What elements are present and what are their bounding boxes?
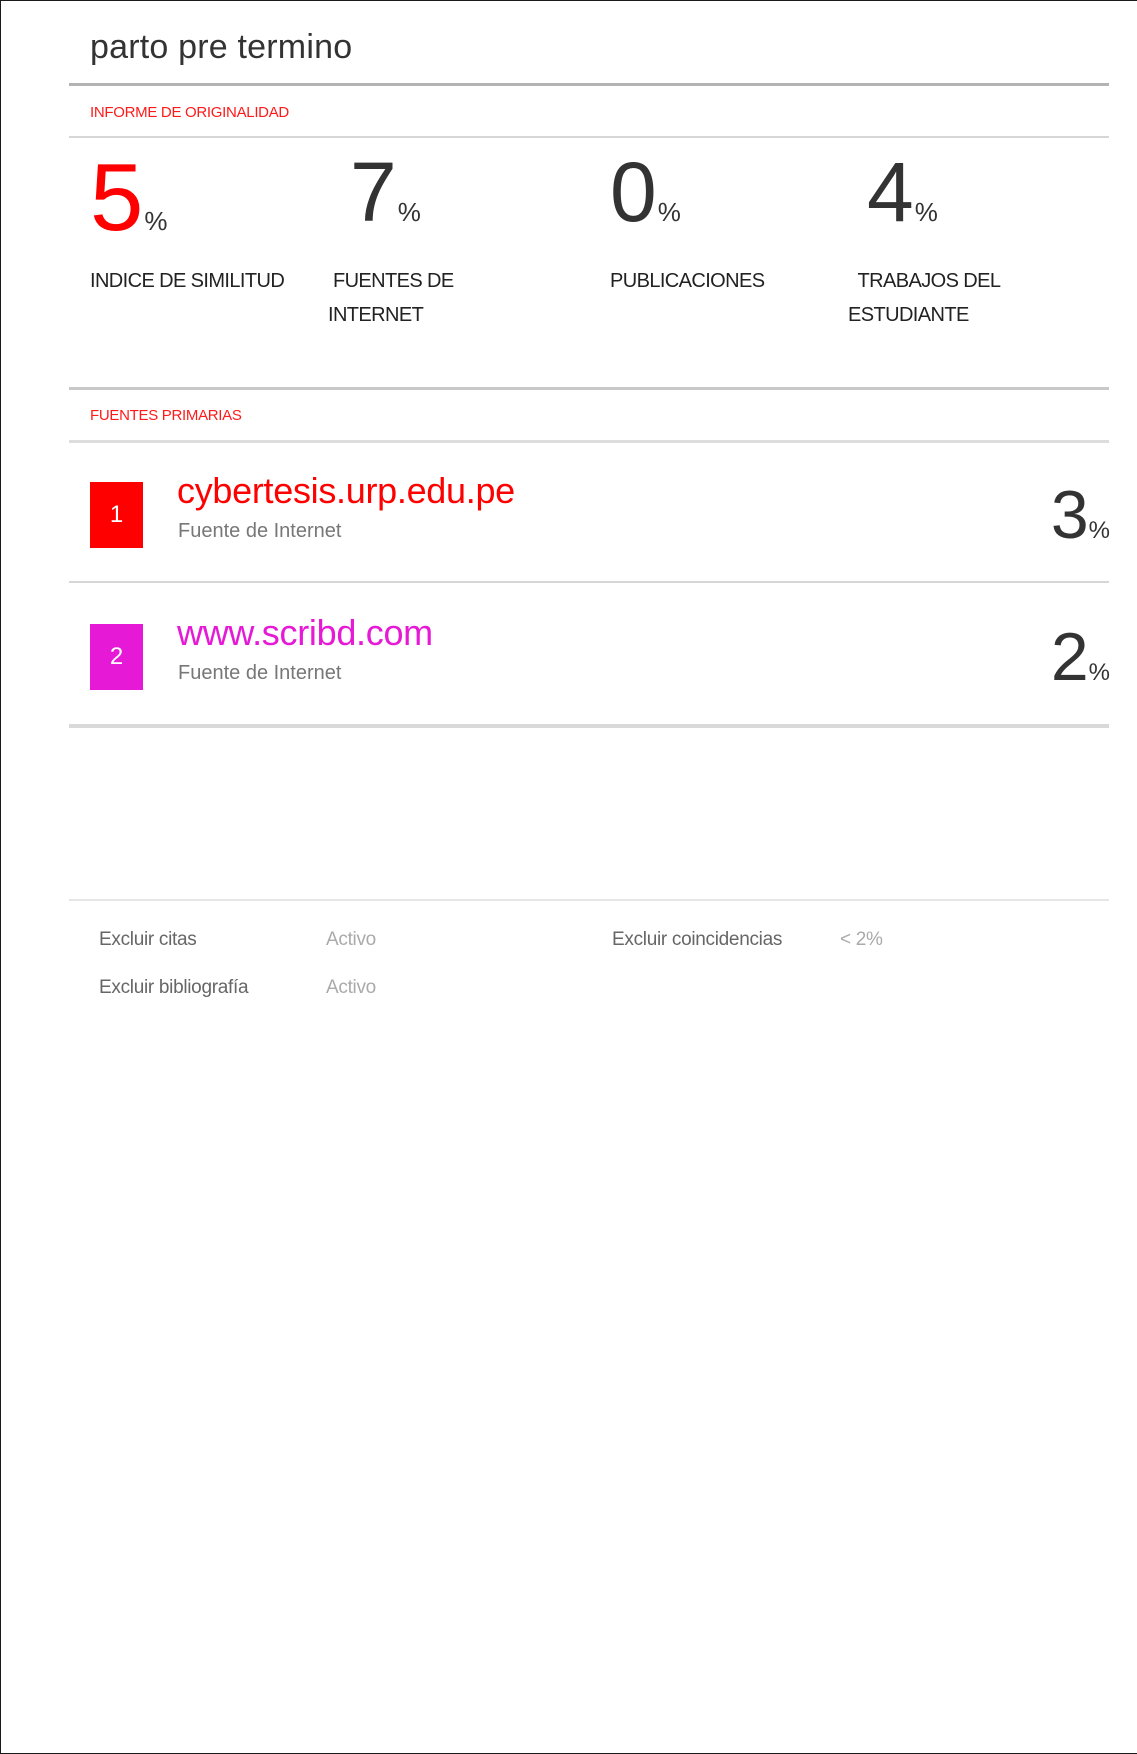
primary-sources-divider [69, 440, 1109, 443]
stat-unit: % [397, 197, 421, 227]
source-percent: 2% [1050, 618, 1110, 696]
sources-end-divider [69, 724, 1109, 728]
stat-unit: % [144, 206, 168, 236]
stat-label: FUENTES DE INTERNET [328, 270, 454, 326]
exclude-matches-label: Excluir coincidencias [612, 929, 783, 950]
source-percent-unit: % [1088, 517, 1110, 544]
title-divider [69, 83, 1109, 86]
source-percent-value: 3 [1050, 477, 1089, 553]
exclude-quotes-label: Excluir citas [99, 929, 197, 950]
stat-unit: % [914, 197, 938, 227]
source-type: Fuente de Internet [178, 662, 342, 684]
stat-value: 7 [350, 145, 397, 239]
source-percent-unit: % [1088, 659, 1110, 686]
exclude-bibliography-value: Activo [326, 977, 376, 998]
stat-label: TRABAJOS DEL ESTUDIANTE [848, 270, 1001, 326]
stat-label: INDICE DE SIMILITUD [90, 270, 285, 292]
source-percent-value: 2 [1050, 619, 1089, 695]
primary-sources-heading: FUENTES PRIMARIAS [90, 407, 242, 424]
stat-value: 0 [610, 145, 657, 239]
document-title: parto pre termino [90, 28, 353, 66]
source-row-divider [69, 581, 1109, 583]
exclude-quotes-value: Activo [326, 929, 376, 950]
source-rank-badge: 2 [90, 624, 143, 690]
stat-label: PUBLICACIONES [610, 270, 765, 292]
source-type: Fuente de Internet [178, 520, 342, 542]
exclude-bibliography-label: Excluir bibliografía [99, 977, 249, 998]
stat-value: 5 [90, 144, 143, 251]
stat-value: 4 [867, 145, 914, 239]
source-link[interactable]: cybertesis.urp.edu.pe [177, 470, 515, 512]
originality-report-heading: INFORME DE ORIGINALIDAD [90, 104, 289, 121]
source-row[interactable]: 2 www.scribd.com Fuente de Internet 2% [90, 612, 1110, 702]
source-percent: 3% [1050, 476, 1110, 554]
source-link[interactable]: www.scribd.com [177, 612, 433, 654]
settings-divider [69, 899, 1109, 901]
exclude-matches-value: < 2% [840, 929, 883, 950]
stat-internet-sources: 7% FUENTES DE INTERNET [328, 150, 454, 326]
stats-divider [69, 387, 1109, 390]
source-row[interactable]: 1 cybertesis.urp.edu.pe Fuente de Intern… [90, 470, 1110, 560]
stat-student-papers: 4% TRABAJOS DEL ESTUDIANTE [848, 150, 1001, 326]
report-divider [69, 136, 1109, 138]
stat-publications: 0% PUBLICACIONES [610, 150, 765, 292]
stat-similarity-index: 5% INDICE DE SIMILITUD [90, 150, 285, 293]
stat-unit: % [657, 197, 681, 227]
source-rank-badge: 1 [90, 482, 143, 548]
